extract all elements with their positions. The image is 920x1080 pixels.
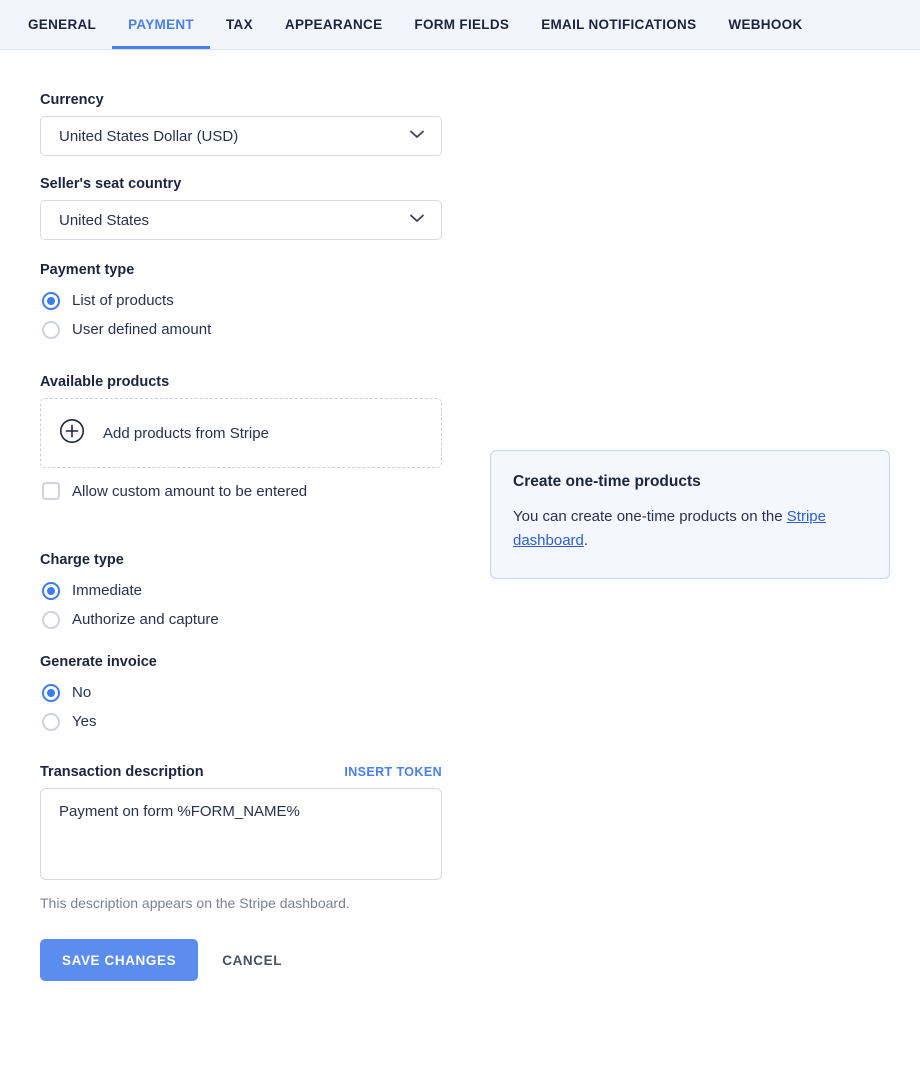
radio-icon	[42, 713, 60, 731]
available-products-label: Available products	[40, 374, 880, 390]
currency-select-value: United States Dollar (USD)	[59, 128, 238, 145]
tab-general[interactable]: GENERAL	[12, 0, 112, 49]
seller-country-label: Seller's seat country	[40, 176, 880, 192]
tab-form-fields[interactable]: FORM FIELDS	[398, 0, 525, 49]
radio-icon	[42, 292, 60, 310]
settings-tab-bar: GENERAL PAYMENT TAX APPEARANCE FORM FIEL…	[0, 0, 920, 50]
info-card-title: Create one-time products	[513, 473, 865, 491]
checkbox-icon	[42, 482, 60, 500]
info-card-body: You can create one-time products on the …	[513, 505, 865, 554]
radio-icon	[42, 611, 60, 629]
tab-webhook-label: WEBHOOK	[728, 17, 802, 32]
transaction-description-label: Transaction description	[40, 764, 204, 780]
tab-form-fields-label: FORM FIELDS	[414, 17, 509, 32]
currency-label: Currency	[40, 92, 880, 108]
generate-invoice-label: Generate invoice	[40, 654, 880, 670]
radio-icon	[42, 684, 60, 702]
plus-circle-icon	[59, 418, 85, 449]
currency-select[interactable]: United States Dollar (USD)	[40, 116, 442, 156]
cancel-button[interactable]: CANCEL	[214, 953, 290, 968]
tab-appearance[interactable]: APPEARANCE	[269, 0, 399, 49]
tab-email-notifications-label: EMAIL NOTIFICATIONS	[541, 17, 696, 32]
tab-payment[interactable]: PAYMENT	[112, 0, 210, 49]
payment-type-label: Payment type	[40, 262, 880, 278]
tab-tax[interactable]: TAX	[210, 0, 269, 49]
add-products-from-stripe-button[interactable]: Add products from Stripe	[40, 398, 442, 468]
generate-invoice-option-label: No	[72, 684, 91, 701]
tab-webhook[interactable]: WEBHOOK	[712, 0, 818, 49]
add-products-label: Add products from Stripe	[103, 425, 269, 442]
transaction-description-input[interactable]	[40, 788, 442, 880]
generate-invoice-option-yes[interactable]: Yes	[40, 707, 880, 736]
allow-custom-amount-label: Allow custom amount to be entered	[72, 483, 307, 500]
tab-general-label: GENERAL	[28, 17, 96, 32]
save-changes-button[interactable]: SAVE CHANGES	[40, 939, 198, 981]
info-card-text-after: .	[584, 532, 588, 549]
chevron-down-icon	[407, 208, 427, 232]
charge-type-option-label: Authorize and capture	[72, 611, 219, 628]
form-actions: SAVE CHANGES CANCEL	[40, 939, 880, 981]
tab-payment-label: PAYMENT	[128, 17, 194, 32]
seller-country-select[interactable]: United States	[40, 200, 442, 240]
transaction-description-help: This description appears on the Stripe d…	[40, 895, 880, 911]
tab-appearance-label: APPEARANCE	[285, 17, 383, 32]
generate-invoice-option-label: Yes	[72, 713, 96, 730]
insert-token-button[interactable]: INSERT TOKEN	[344, 765, 442, 779]
payment-type-option-label: List of products	[72, 292, 174, 309]
radio-icon	[42, 321, 60, 339]
payment-settings-panel: Currency United States Dollar (USD) Sell…	[0, 50, 920, 981]
seller-country-select-value: United States	[59, 212, 149, 229]
payment-type-option-list-of-products[interactable]: List of products	[40, 286, 880, 315]
info-card-text-before: You can create one-time products on the	[513, 508, 787, 525]
charge-type-option-immediate[interactable]: Immediate	[40, 576, 880, 605]
create-one-time-products-card: Create one-time products You can create …	[490, 450, 890, 579]
chevron-down-icon	[407, 124, 427, 148]
tab-email-notifications[interactable]: EMAIL NOTIFICATIONS	[525, 0, 712, 49]
charge-type-option-label: Immediate	[72, 582, 142, 599]
transaction-description-header: Transaction description INSERT TOKEN	[40, 764, 442, 780]
radio-icon	[42, 582, 60, 600]
charge-type-option-authorize-and-capture[interactable]: Authorize and capture	[40, 605, 880, 634]
tab-tax-label: TAX	[226, 17, 253, 32]
payment-type-option-label: User defined amount	[72, 321, 211, 338]
payment-type-option-user-defined-amount[interactable]: User defined amount	[40, 315, 880, 344]
generate-invoice-option-no[interactable]: No	[40, 678, 880, 707]
